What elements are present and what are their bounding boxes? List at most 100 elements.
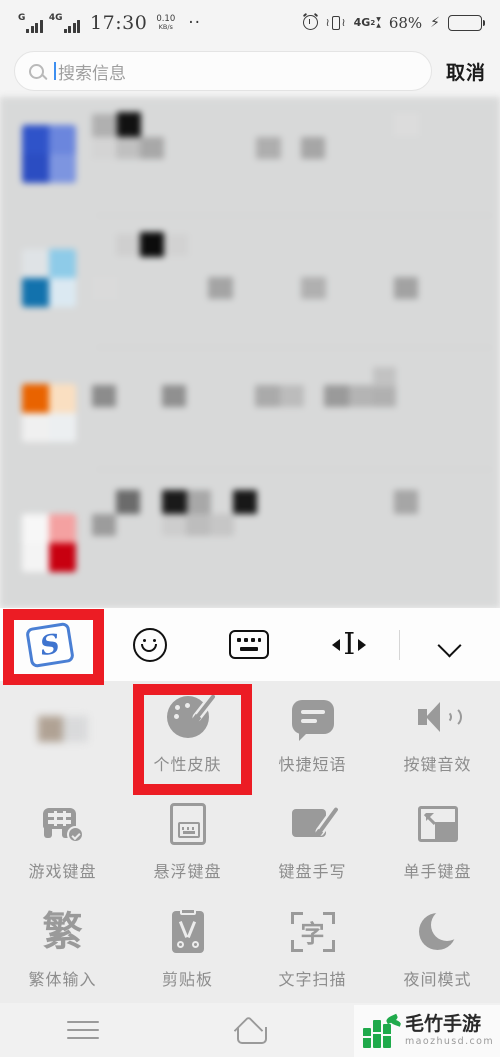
nav-home-button[interactable] bbox=[167, 1018, 334, 1044]
palette-brush-icon bbox=[165, 694, 216, 740]
redacted-text-block bbox=[255, 385, 280, 407]
alarm-clock-icon bbox=[302, 15, 318, 30]
redacted-text-block bbox=[162, 514, 186, 536]
function-item-key-sound[interactable]: 按键音效 bbox=[375, 681, 500, 788]
function-item-clipboard[interactable]: 剪贴板 bbox=[125, 896, 250, 1003]
watermark: 毛竹手游 maozhusd.com bbox=[354, 1005, 500, 1057]
battery-icon bbox=[448, 14, 485, 31]
signal-2-icon: 4G bbox=[49, 13, 81, 33]
mobile-data-sub: 2 bbox=[370, 18, 376, 27]
redacted-text-block bbox=[394, 113, 419, 136]
bamboo-logo-icon bbox=[362, 1013, 402, 1048]
function-item-one-hand-keyboard[interactable]: 单手键盘 bbox=[375, 788, 500, 895]
cursor-move-button[interactable]: I bbox=[299, 608, 399, 681]
redacted-text-block bbox=[324, 385, 349, 407]
signal-2-bars bbox=[63, 19, 81, 33]
mobile-data-icon: 4G 2 ▼ ▲ bbox=[354, 16, 381, 29]
list-item-avatar bbox=[22, 384, 76, 442]
function-label: 剪贴板 bbox=[161, 969, 213, 989]
clipboard-scissors-icon bbox=[165, 907, 211, 955]
search-placeholder: 搜索信息 bbox=[58, 63, 126, 84]
function-item-text-scan[interactable]: 字 文字扫描 bbox=[250, 896, 375, 1003]
cancel-button[interactable]: 取消 bbox=[446, 58, 486, 85]
redacted-text-block bbox=[256, 137, 281, 159]
function-item-game-keyboard[interactable]: 游戏键盘 bbox=[0, 788, 125, 895]
function-item-personal-skin[interactable]: 个性皮肤 bbox=[125, 681, 250, 788]
redacted-text-block bbox=[373, 367, 396, 387]
redacted-text-block bbox=[140, 232, 164, 257]
function-item-traditional-input[interactable]: 繁 繁体输入 bbox=[0, 896, 125, 1003]
keyboard-switch-button[interactable] bbox=[200, 608, 300, 681]
sogou-logo-button[interactable]: S bbox=[0, 608, 100, 681]
redacted-text-block bbox=[93, 277, 117, 299]
collapse-keyboard-button[interactable] bbox=[400, 608, 500, 681]
function-label: 繁体输入 bbox=[28, 969, 97, 989]
data-arrows-icon: ▼ ▲ bbox=[376, 15, 381, 29]
vibrate-body bbox=[331, 15, 340, 30]
keyboard-toolbar: S I bbox=[0, 608, 500, 681]
function-grid: 个性皮肤 快捷短语 按键音效 游戏键盘 悬浮键盘 键盘手写 单手键盘 繁 繁体输… bbox=[0, 681, 500, 1003]
status-bar-right: ≀ ≀ 4G 2 ▼ ▲ 68% ⚡ bbox=[302, 13, 485, 32]
function-item-quick-phrases[interactable]: 快捷短语 bbox=[250, 681, 375, 788]
sogou-logo-letter: S bbox=[37, 627, 62, 662]
redacted-text-block bbox=[116, 234, 140, 256]
function-label: 快捷短语 bbox=[278, 755, 347, 775]
redacted-text-block bbox=[233, 490, 257, 514]
redacted-text-block bbox=[162, 490, 187, 514]
vibrate-wave-right: ≀ bbox=[341, 16, 346, 29]
smiley-face-icon bbox=[132, 627, 167, 662]
watermark-url: maozhusd.com bbox=[404, 1036, 494, 1048]
redacted-text-block bbox=[349, 385, 373, 407]
vibrate-icon: ≀ ≀ bbox=[326, 14, 346, 31]
redacted-text-block bbox=[394, 490, 418, 514]
speaker-icon bbox=[415, 694, 462, 740]
function-label: 文字扫描 bbox=[278, 969, 347, 989]
battery-percent: 68% bbox=[388, 13, 423, 32]
function-label: 悬浮键盘 bbox=[153, 862, 222, 882]
redacted-text-block bbox=[208, 277, 233, 299]
handwriting-icon bbox=[290, 801, 339, 847]
search-bar: 搜索信息 取消 bbox=[0, 45, 500, 97]
redacted-text-block bbox=[92, 514, 116, 536]
list-item-avatar bbox=[22, 125, 76, 183]
redacted-text-block bbox=[210, 514, 234, 536]
redacted-text-block bbox=[186, 514, 210, 536]
function-item-floating-keyboard[interactable]: 悬浮键盘 bbox=[125, 788, 250, 895]
signal-1-icon: G bbox=[18, 13, 43, 33]
status-bar-left: G 4G 17:30 0.10 KB/s ·· bbox=[18, 12, 201, 34]
mobile-data-label: 4G bbox=[353, 16, 371, 29]
redacted-text-block bbox=[162, 385, 186, 407]
watermark-text: 毛竹手游 maozhusd.com bbox=[405, 1015, 494, 1047]
one-hand-keyboard-icon bbox=[415, 801, 461, 847]
blurred-icon bbox=[37, 716, 88, 743]
moon-icon bbox=[415, 909, 461, 955]
network-speed-unit: KB/s bbox=[158, 22, 173, 31]
lightning-bolt-icon: ⚡ bbox=[430, 14, 440, 31]
redacted-text-block bbox=[373, 385, 396, 407]
floating-keyboard-icon bbox=[165, 801, 211, 847]
search-input[interactable]: 搜索信息 bbox=[14, 51, 432, 91]
status-bar: G 4G 17:30 0.10 KB/s ·· ≀ ≀ 4G 2 ▼ ▲ 68%… bbox=[0, 0, 500, 45]
redacted-text-block bbox=[140, 137, 164, 159]
function-label: 按键音效 bbox=[403, 755, 472, 775]
redacted-text-block bbox=[164, 234, 188, 256]
signal-1-bars bbox=[26, 19, 43, 33]
notification-overflow-dots: ·· bbox=[188, 12, 202, 33]
function-item-blurred[interactable] bbox=[0, 681, 125, 788]
redacted-text-block bbox=[394, 277, 418, 299]
redacted-text-block bbox=[116, 490, 140, 514]
list-item-avatar bbox=[22, 249, 76, 307]
hamburger-menu-icon bbox=[67, 1020, 100, 1040]
redacted-text-block bbox=[92, 114, 117, 137]
sogou-logo-icon: S bbox=[25, 621, 75, 668]
redacted-text-block bbox=[280, 385, 304, 407]
function-item-handwriting[interactable]: 键盘手写 bbox=[250, 788, 375, 895]
phone-screen: G 4G 17:30 0.10 KB/s ·· ≀ ≀ 4G 2 ▼ ▲ 68%… bbox=[0, 0, 500, 1057]
function-label: 个性皮肤 bbox=[153, 755, 222, 775]
redacted-text-block bbox=[92, 385, 116, 407]
function-item-night-mode[interactable]: 夜间模式 bbox=[375, 896, 500, 1003]
nav-recents-button[interactable] bbox=[0, 1020, 167, 1040]
emoji-button[interactable] bbox=[100, 608, 200, 681]
text-scan-icon: 字 bbox=[290, 909, 336, 955]
function-label: 游戏键盘 bbox=[28, 862, 97, 882]
